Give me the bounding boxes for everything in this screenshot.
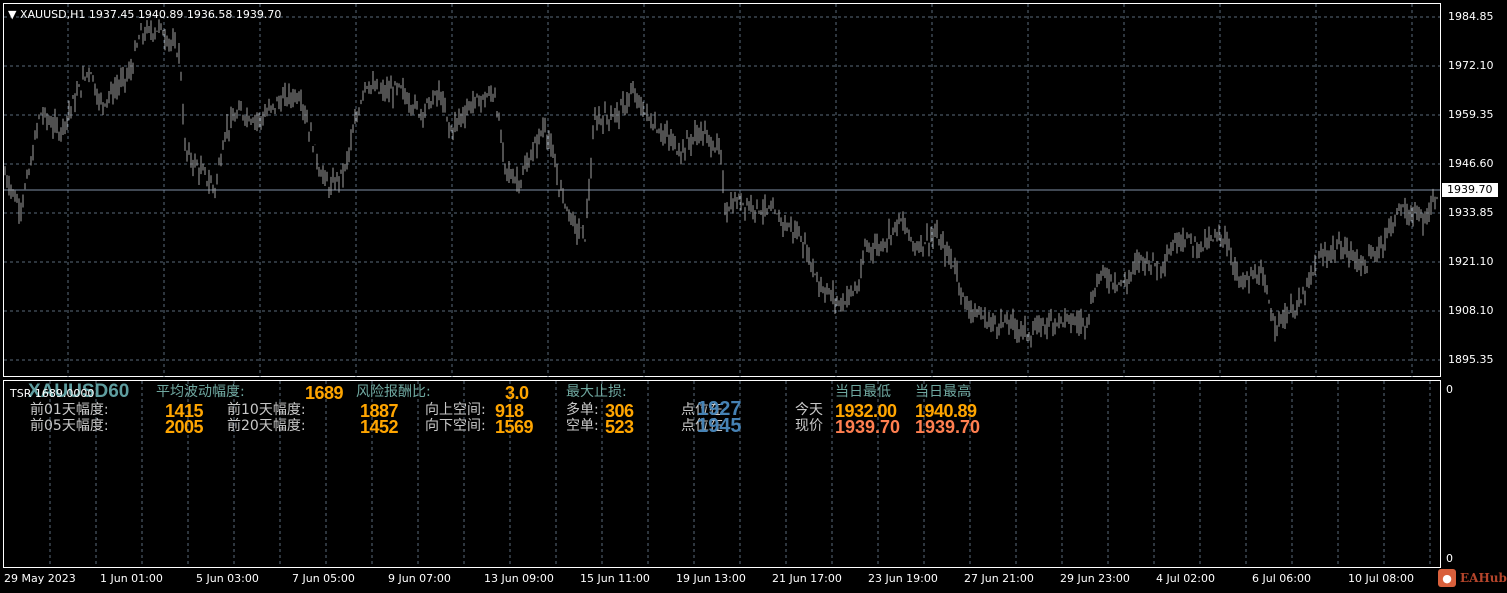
d5-value: 2005	[165, 417, 204, 437]
short-sl-value: 523	[605, 417, 634, 437]
indicator-grid	[49, 381, 1431, 567]
robot-icon: ●	[1438, 569, 1456, 587]
indicator-axis-top: 0	[1446, 383, 1453, 396]
indicator-name: TSR 1689.0000	[10, 387, 95, 400]
avg-range-label: 平均波动幅度:	[156, 384, 245, 400]
current-price-label: 1939.70	[1442, 183, 1498, 197]
position-value-2: 1945	[697, 415, 742, 437]
time-tick: 13 Jun 09:00	[484, 572, 554, 585]
time-tick: 27 Jun 21:00	[964, 572, 1034, 585]
now-label: 现价	[795, 418, 823, 434]
d20-value: 1452	[360, 417, 399, 437]
time-tick: 23 Jun 19:00	[868, 572, 938, 585]
price-tick: 1921.10	[1448, 255, 1494, 268]
rr-label: 风险报酬比:	[356, 384, 431, 400]
down-space-label: 向下空间:	[425, 418, 486, 434]
d20-label: 前20天幅度:	[227, 418, 306, 434]
time-tick: 5 Jun 03:00	[196, 572, 259, 585]
time-tick: 15 Jun 11:00	[580, 572, 650, 585]
now-high: 1939.70	[915, 417, 981, 437]
today-label: 今天	[795, 402, 823, 418]
price-tick: 1972.10	[1448, 59, 1494, 72]
avg-range-value: 1689	[305, 383, 344, 403]
price-tick: 1933.85	[1448, 206, 1494, 219]
short-sl-label: 空单:	[566, 418, 599, 434]
time-tick: 10 Jul 08:00	[1348, 572, 1414, 585]
time-tick: 29 May 2023	[4, 572, 76, 585]
time-tick: 4 Jul 02:00	[1156, 572, 1215, 585]
price-tick: 1946.60	[1448, 157, 1494, 170]
day-low-header: 当日最低	[835, 384, 891, 400]
price-tick: 1984.85	[1448, 10, 1494, 23]
up-space-label: 向上空间:	[425, 402, 486, 418]
eahub-logo: ● EAHub	[1438, 569, 1507, 587]
price-tick: 1908.10	[1448, 304, 1494, 317]
time-tick: 6 Jul 06:00	[1252, 572, 1311, 585]
long-sl-label: 多单:	[566, 402, 599, 418]
price-tick: 1895.35	[1448, 353, 1494, 366]
logo-text: EAHub	[1460, 571, 1507, 585]
time-tick: 21 Jun 17:00	[772, 572, 842, 585]
time-tick: 19 Jun 13:00	[676, 572, 746, 585]
time-tick: 7 Jun 05:00	[292, 572, 355, 585]
d5-label: 前05天幅度:	[30, 418, 109, 434]
time-tick: 9 Jun 07:00	[388, 572, 451, 585]
price-tick: 1959.35	[1448, 108, 1494, 121]
now-low: 1939.70	[835, 417, 901, 437]
time-tick: 29 Jun 23:00	[1060, 572, 1130, 585]
max-sl-label: 最大止损:	[566, 384, 627, 400]
indicator-axis-bottom: 0	[1446, 552, 1453, 565]
rr-value: 3.0	[505, 383, 529, 403]
time-tick: 1 Jun 01:00	[100, 572, 163, 585]
d1-label: 前01天幅度:	[30, 402, 109, 418]
d10-label: 前10天幅度:	[227, 402, 306, 418]
down-space-value: 1569	[495, 417, 534, 437]
day-high-header: 当日最高	[915, 384, 971, 400]
